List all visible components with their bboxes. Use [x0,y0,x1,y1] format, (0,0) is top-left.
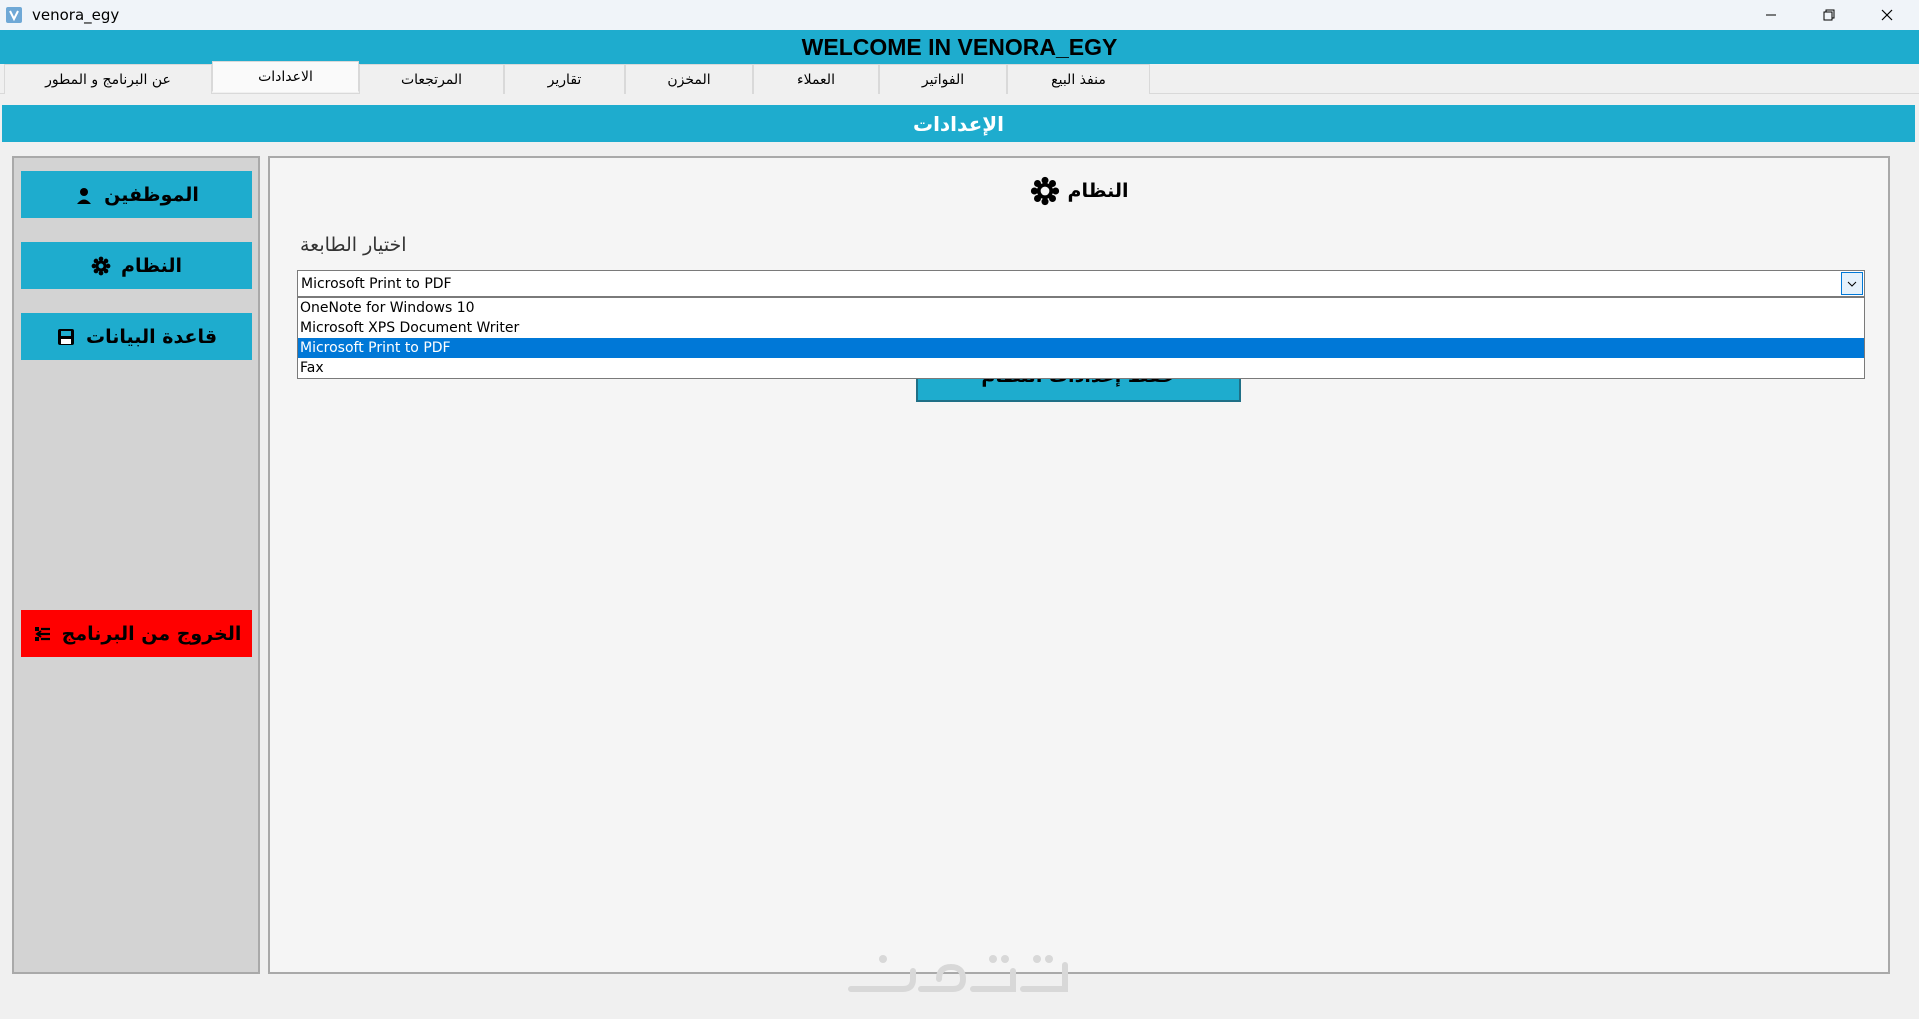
database-button[interactable]: قاعدة البيانات [21,313,252,360]
printer-option[interactable]: Fax [298,358,1864,378]
close-button[interactable] [1858,0,1916,30]
welcome-banner: WELCOME IN VENORA_EGY [0,30,1919,64]
tab-settings[interactable]: الاعدادات [212,61,359,92]
tab-customers[interactable]: العملاء [753,64,879,94]
tab-inventory[interactable]: المخزن [625,64,753,94]
panel-title-text: النظام [1067,180,1129,202]
printer-label: اختيار الطابعة [300,234,407,256]
minimize-icon [1766,14,1776,16]
printer-option-selected[interactable]: Microsoft Print to PDF [298,338,1864,358]
tab-strip: منفذ البيع الفواتير العملاء المخزن تقاري… [0,61,1919,94]
save-settings-label: حفظ إعدادات النظام [918,379,1239,387]
save-icon [58,328,74,345]
close-icon [1881,9,1893,21]
chevron-down-icon [1847,281,1857,287]
printer-selected-value: Microsoft Print to PDF [301,275,452,292]
exit-label: الخروج من البرنامج [61,622,242,645]
database-label: قاعدة البيانات [86,325,218,348]
user-icon [77,187,92,204]
exit-button[interactable]: الخروج من البرنامج [21,610,252,657]
system-label: النظام [121,254,182,277]
tab-returns[interactable]: المرتجعات [359,64,504,94]
tab-pos[interactable]: منفذ البيع [1007,64,1150,94]
section-title: الإعدادات [2,105,1915,142]
panel-title: النظام [270,176,1888,206]
watermark-logo [848,955,1068,992]
printer-select[interactable]: Microsoft Print to PDF [297,270,1865,297]
exit-icon [34,626,50,641]
gear-icon [91,256,111,275]
tab-about[interactable]: عن البرنامج و المطور [4,64,212,94]
printer-dropdown-list: OneNote for Windows 10 Microsoft XPS Doc… [297,297,1865,379]
settings-panel: النظام اختيار الطابعة حفظ إعدادات النظام… [268,156,1890,974]
minimize-button[interactable] [1742,0,1800,30]
restore-icon [1823,9,1835,21]
window-title: venora_egy [32,6,120,24]
restore-button[interactable] [1800,0,1858,30]
tab-invoices[interactable]: الفواتير [879,64,1007,94]
dropdown-toggle[interactable] [1841,272,1863,295]
save-settings-button[interactable]: حفظ إعدادات النظام [916,379,1241,402]
printer-option[interactable]: Microsoft XPS Document Writer [298,318,1864,338]
tab-reports[interactable]: تقارير [504,64,625,94]
gear-icon [1030,176,1059,206]
app-icon [6,7,22,23]
sidebar: الموظفين النظام قاعدة البيانات الخروج من… [12,156,260,974]
printer-option[interactable]: OneNote for Windows 10 [298,298,1864,318]
system-button[interactable]: النظام [21,242,252,289]
title-bar: venora_egy [0,0,1919,30]
employees-button[interactable]: الموظفين [21,171,252,218]
employees-label: الموظفين [104,183,199,206]
tabs: منفذ البيع الفواتير العملاء المخزن تقاري… [4,61,1150,94]
